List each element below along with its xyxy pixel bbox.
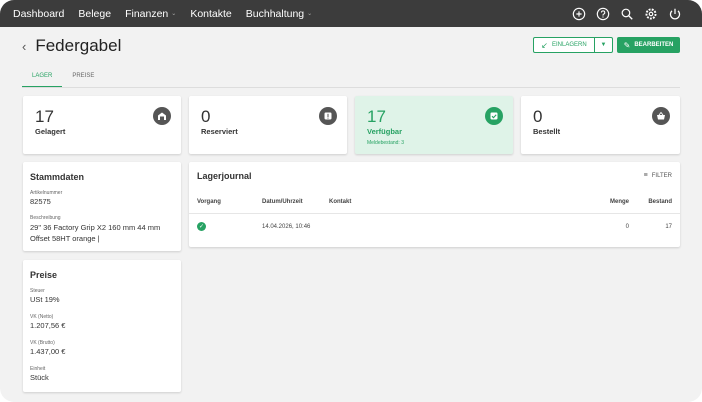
- caret-down-icon: ▼: [600, 42, 607, 48]
- nav-kontakte-label: Kontakte: [190, 7, 232, 20]
- nav-belege[interactable]: Belege: [78, 8, 111, 20]
- stat-card-reserviert: 0 Reserviert: [189, 96, 347, 154]
- einheit-value: Stück: [30, 373, 49, 382]
- vk-netto-value: 1.207,56 €: [30, 321, 66, 330]
- page-title: Federgabel: [35, 36, 122, 55]
- stat-card-gelagert: 17 Gelagert: [23, 96, 181, 154]
- nav-belege-label: Belege: [78, 7, 112, 20]
- column-header-kontakt[interactable]: Kontakt: [329, 199, 351, 205]
- alert-icon: [319, 107, 337, 125]
- help-icon[interactable]: [595, 6, 610, 21]
- app-window: Dashboard Belege Finanzen ⌄ Kontakte Buch…: [0, 0, 702, 402]
- artikelnummer-label: Artikelnummer: [30, 190, 63, 196]
- nav-kontakte[interactable]: Kontakte: [190, 8, 231, 20]
- stammdaten-panel: Stammdaten Artikelnummer 82575 Beschreib…: [23, 162, 181, 251]
- beschreibung-line-2: Offset 58HT orange |: [30, 234, 100, 243]
- row-menge: 0: [625, 224, 629, 230]
- top-icons: [562, 0, 682, 27]
- search-icon[interactable]: [619, 6, 634, 21]
- stat-label: Gelagert: [35, 127, 66, 136]
- meldebestand-text: Meldebestand: 3: [367, 140, 404, 146]
- row-bestand: 17: [665, 224, 672, 230]
- column-header-menge[interactable]: Menge: [610, 199, 629, 205]
- preise-title: Preise: [30, 270, 58, 280]
- einlagern-dropdown-button[interactable]: ▼: [594, 38, 612, 52]
- stat-value: 0: [533, 107, 543, 126]
- einlagern-button[interactable]: ↙ EINLAGERN: [534, 38, 594, 52]
- column-header-datum[interactable]: Datum/Uhrzeit: [262, 199, 303, 205]
- nav-finanzen-label: Finanzen: [125, 7, 169, 20]
- header-divider: [189, 213, 680, 214]
- einlagern-label: EINLAGERN: [552, 42, 587, 48]
- vk-brutto-value: 1.437,00 €: [30, 347, 66, 356]
- chevron-down-icon: ⌄: [171, 11, 177, 17]
- nav-buchhaltung[interactable]: Buchhaltung ⌄: [246, 8, 312, 20]
- check-circle-icon: ✓: [197, 222, 206, 231]
- steuer-value: USt 19%: [30, 295, 60, 304]
- tab-preise[interactable]: PREISE: [62, 70, 104, 88]
- chevron-down-icon: ⌄: [307, 11, 313, 17]
- tab-bar: LAGER PREISE: [22, 70, 104, 88]
- vk-netto-label: VK (Netto): [30, 314, 54, 320]
- filter-button[interactable]: ≡ FILTER: [644, 172, 672, 179]
- beschreibung-label: Beschreibung: [30, 215, 61, 221]
- stammdaten-title: Stammdaten: [30, 172, 85, 182]
- preise-panel: Preise Steuer USt 19% VK (Netto) 1.207,5…: [23, 260, 181, 392]
- stat-card-bestellt: 0 Bestellt: [521, 96, 680, 154]
- settings-icon[interactable]: [643, 6, 658, 21]
- artikelnummer-value: 82575: [30, 197, 51, 206]
- column-header-vorgang[interactable]: Vorgang: [197, 199, 221, 205]
- row-datum: 14.04.2026, 10:46: [262, 224, 311, 230]
- stat-value: 17: [35, 107, 54, 126]
- filter-label: FILTER: [651, 172, 672, 179]
- nav-finanzen[interactable]: Finanzen ⌄: [125, 8, 176, 20]
- stat-value: 17: [367, 107, 386, 126]
- tab-divider: [22, 87, 680, 88]
- lagerjournal-title: Lagerjournal: [197, 171, 252, 181]
- bearbeiten-label: BEARBEITEN: [634, 42, 674, 48]
- einlagern-button-group: ↙ EINLAGERN ▼: [533, 37, 613, 53]
- stat-label: Bestellt: [533, 127, 561, 136]
- stat-label: Verfügbar: [367, 127, 403, 136]
- basket-icon: [652, 107, 670, 125]
- power-icon[interactable]: [667, 6, 682, 21]
- nav-dashboard[interactable]: Dashboard: [13, 8, 64, 20]
- tab-lager[interactable]: LAGER: [22, 70, 63, 88]
- bearbeiten-button[interactable]: ✎ BEARBEITEN: [617, 37, 680, 53]
- lagerjournal-panel: Lagerjournal ≡ FILTER Vorgang Datum/Uhrz…: [189, 162, 680, 247]
- filter-icon: ≡: [643, 172, 648, 179]
- stat-label: Reserviert: [201, 127, 238, 136]
- warehouse-icon: [153, 107, 171, 125]
- steuer-label: Steuer: [30, 288, 45, 294]
- pencil-icon: ✎: [623, 40, 631, 50]
- nav-buchhaltung-label: Buchhaltung: [245, 7, 305, 20]
- stat-card-verfuegbar: 17 Verfügbar Meldebestand: 3: [355, 96, 513, 154]
- beschreibung-line-1: 29" 36 Factory Grip X2 160 mm 44 mm: [30, 223, 161, 232]
- stat-value: 0: [201, 107, 211, 126]
- nav-dashboard-label: Dashboard: [13, 7, 65, 20]
- chevron-left-icon[interactable]: ‹: [22, 39, 26, 54]
- plus-circle-icon[interactable]: [571, 6, 586, 21]
- check-box-icon: [485, 107, 503, 125]
- title-row: ‹ Federgabel: [22, 36, 121, 56]
- vk-brutto-label: VK (Brutto): [30, 340, 55, 346]
- einheit-label: Einheit: [30, 366, 46, 372]
- arrow-down-left-icon: ↙: [541, 40, 548, 50]
- column-header-bestand[interactable]: Bestand: [648, 199, 672, 205]
- top-nav-bar: Dashboard Belege Finanzen ⌄ Kontakte Buch…: [0, 0, 702, 27]
